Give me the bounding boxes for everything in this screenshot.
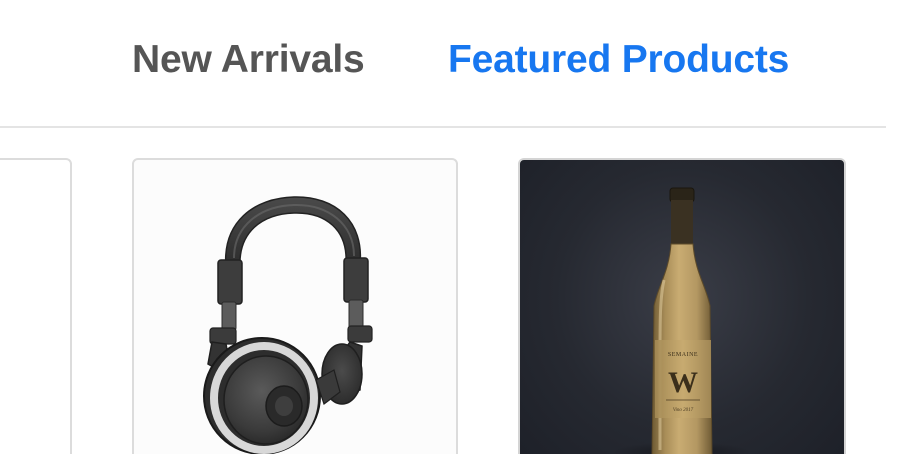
- svg-text:SEMAINE: SEMAINE: [668, 352, 698, 358]
- product-card-partial[interactable]: [0, 158, 72, 454]
- page: New Arrivals Featured Products SEMAINE W…: [0, 0, 902, 454]
- svg-text:Vino 2017: Vino 2017: [673, 408, 694, 413]
- product-card-wine[interactable]: SEMAINE W Vino 2017: [518, 158, 846, 454]
- tabs-divider: [0, 126, 886, 128]
- product-tabs: New Arrivals Featured Products: [0, 0, 902, 126]
- headphones-image: [203, 196, 373, 454]
- wine-bottle-image: SEMAINE W Vino 2017: [612, 187, 752, 454]
- svg-text:W: W: [668, 366, 698, 399]
- tab-featured-products[interactable]: Featured Products: [448, 38, 789, 82]
- tab-new-arrivals[interactable]: New Arrivals: [132, 38, 365, 82]
- product-card-headphones[interactable]: [132, 158, 458, 454]
